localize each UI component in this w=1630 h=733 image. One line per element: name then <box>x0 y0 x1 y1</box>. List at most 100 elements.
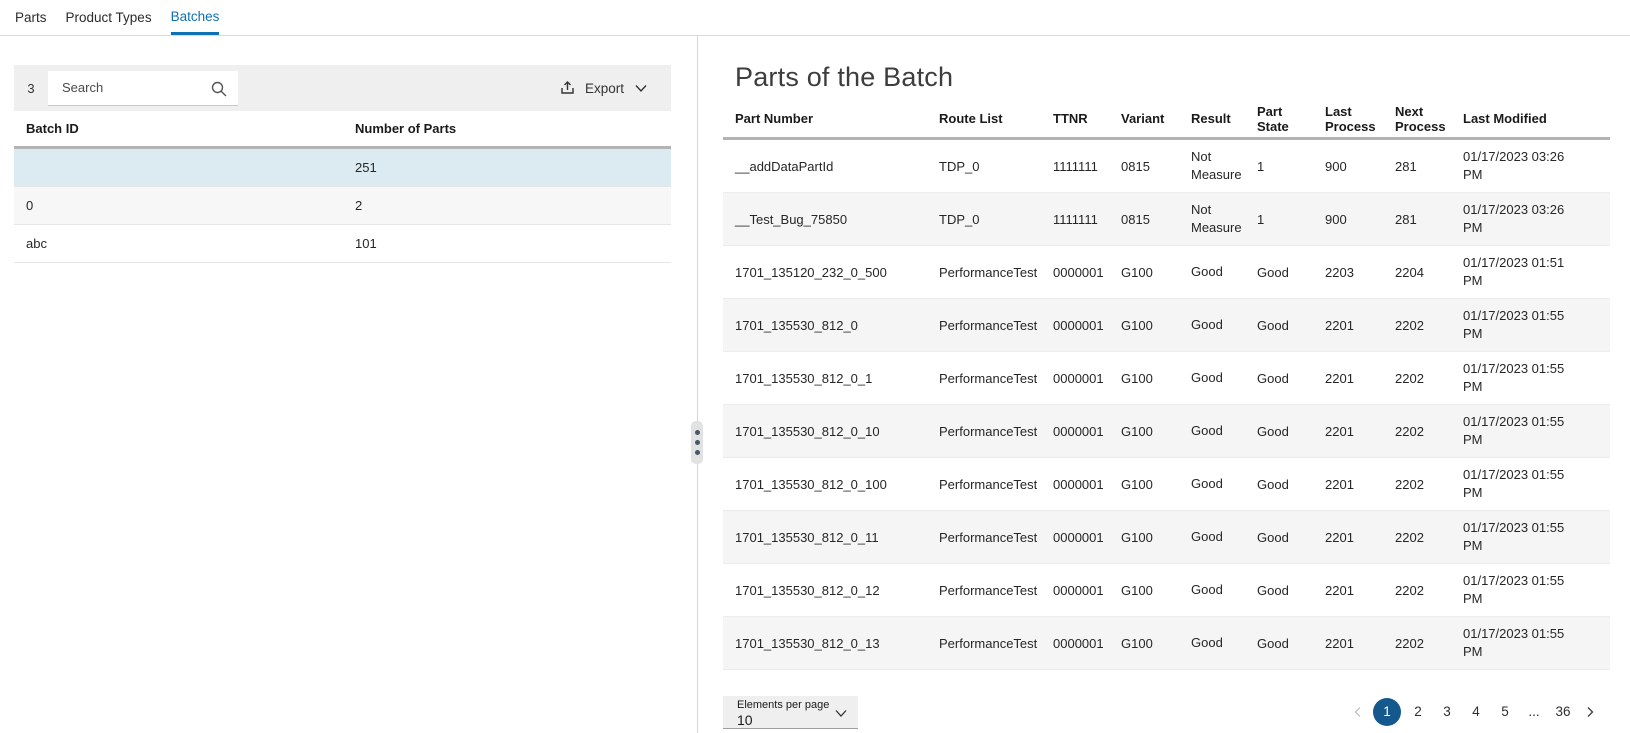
number-of-parts-cell: 101 <box>355 236 377 251</box>
cell-text: TDP_0 <box>939 211 980 227</box>
cell-text: 1701_135530_812_0_100 <box>735 476 887 492</box>
page-button-4[interactable]: 4 <box>1464 698 1488 726</box>
cell-part-state: Good <box>1245 371 1313 386</box>
page-button-3[interactable]: 3 <box>1435 698 1459 726</box>
cell-variant: G100 <box>1109 318 1179 333</box>
cell-text: 01/17/2023 01:55 PM <box>1463 573 1565 606</box>
parts-table-row[interactable]: __Test_Bug_75850 TDP_0 1111111 0815 Not Meas… <box>723 193 1610 246</box>
cell-text: 01/17/2023 01:55 PM <box>1463 520 1565 553</box>
cell-ttnr: 0000001 <box>1041 318 1109 333</box>
page-button-1[interactable]: 1 <box>1373 698 1401 726</box>
parts-table-row[interactable]: 1701_135530_812_0_10 PerformanceTest 00000… <box>723 405 1610 458</box>
tab-parts[interactable]: Parts <box>15 0 47 35</box>
batch-row[interactable]: 251 <box>14 149 671 187</box>
cell-result: Good <box>1179 263 1245 281</box>
cell-ttnr: 0000001 <box>1041 265 1109 280</box>
parts-table-row[interactable]: 1701_135530_812_0_100 PerformanceTest 0000… <box>723 458 1610 511</box>
parts-table-row[interactable]: 1701_135530_812_0_1 PerformanceTest 000000… <box>723 352 1610 405</box>
cell-text: G100 <box>1121 635 1153 651</box>
parts-table-row[interactable]: 1701_135530_812_0_13 PerformanceTest 00000… <box>723 617 1610 670</box>
cell-last-modified: 01/17/2023 01:55 PM <box>1451 413 1610 449</box>
cell-variant: G100 <box>1109 636 1179 651</box>
cell-text: Good <box>1191 264 1223 279</box>
batch-row[interactable]: abc 101 <box>14 225 671 263</box>
batch-table-body: 251 0 2 abc 101 <box>14 149 671 263</box>
cell-text: 0000001 <box>1053 635 1104 651</box>
cell-variant: G100 <box>1109 424 1179 439</box>
page-button-2[interactable]: 2 <box>1406 698 1430 726</box>
cell-part-state: Good <box>1245 636 1313 651</box>
cell-variant: G100 <box>1109 583 1179 598</box>
tab-product-types[interactable]: Product Types <box>66 0 152 35</box>
export-button[interactable]: Export <box>559 80 649 97</box>
cell-text: 01/17/2023 01:55 PM <box>1463 308 1565 341</box>
cell-text: Good <box>1191 423 1223 438</box>
parts-table-row[interactable]: 1701_135530_812_0_11 PerformanceTest 00000… <box>723 511 1610 564</box>
previous-page-button[interactable] <box>1348 698 1368 726</box>
cell-text: Not Measured <box>1191 149 1241 182</box>
cell-last-modified: 01/17/2023 03:26 PM <box>1451 148 1610 184</box>
cell-last-process: 2201 <box>1313 371 1383 386</box>
column-header-variant: Variant <box>1121 111 1165 126</box>
cell-text: 01/17/2023 01:55 PM <box>1463 361 1565 394</box>
cell-part-state: Good <box>1245 424 1313 439</box>
cell-text: G100 <box>1121 582 1153 598</box>
cell-text: 1701_135120_232_0_500 <box>735 264 887 280</box>
cell-text: 1111111 <box>1053 211 1098 227</box>
cell-text: PerformanceTest <box>939 582 1037 598</box>
cell-text: Good <box>1257 264 1289 280</box>
cell-variant: G100 <box>1109 265 1179 280</box>
cell-result: Good <box>1179 422 1245 440</box>
parts-table-row[interactable]: 1701_135530_812_0 PerformanceTest 0000001 G… <box>723 299 1610 352</box>
parts-table-row[interactable]: 1701_135530_812_0_12 PerformanceTest 00000… <box>723 564 1610 617</box>
cell-text: 2201 <box>1325 582 1354 598</box>
cell-ttnr: 0000001 <box>1041 530 1109 545</box>
cell-text: Good <box>1191 635 1223 650</box>
export-label: Export <box>584 80 624 96</box>
pagination-bar: Elements per page 10 1 2 3 4 5... 36 <box>723 696 1610 729</box>
cell-next-process: 2202 <box>1383 530 1451 545</box>
column-header-number-of-parts: Number of Parts <box>355 121 457 136</box>
parts-panel: Parts of the Batch Part Number Route List… <box>723 36 1610 729</box>
cell-text: G100 <box>1121 264 1153 280</box>
elements-per-page-select[interactable]: Elements per page 10 <box>723 696 858 729</box>
cell-text: 0815 <box>1121 158 1150 174</box>
cell-last-process: 2201 <box>1313 583 1383 598</box>
search-box[interactable] <box>48 70 238 106</box>
parts-table-row[interactable]: 1701_135120_232_0_500 PerformanceTest 0000… <box>723 246 1610 299</box>
page-button-5[interactable]: 5 <box>1493 698 1517 726</box>
cell-text: 2202 <box>1395 635 1424 651</box>
cell-part-state: 1 <box>1245 159 1313 174</box>
batch-row[interactable]: 02 <box>14 187 671 225</box>
page-button-36[interactable]: 36 <box>1551 698 1575 726</box>
search-icon[interactable] <box>210 80 228 98</box>
cell-part-number: __addDataPartId <box>723 159 927 174</box>
cell-text: G100 <box>1121 529 1153 545</box>
cell-text: 2202 <box>1395 476 1424 492</box>
next-page-button[interactable] <box>1580 698 1600 726</box>
cell-text: 2202 <box>1395 582 1424 598</box>
parts-table-body: __addDataPartId TDP_0 1111111 0815 Not Measu… <box>723 140 1610 670</box>
cell-text: PerformanceTest <box>939 317 1037 333</box>
cell-text: __Test_Bug_75850 <box>735 211 848 227</box>
cell-route-list: PerformanceTest <box>927 583 1041 598</box>
parts-table-row[interactable]: __addDataPartId TDP_0 1111111 0815 Not Measu… <box>723 140 1610 193</box>
cell-text: Good <box>1257 582 1289 598</box>
cell-text: 281 <box>1395 211 1417 227</box>
cell-part-number: 1701_135530_812_0_100 <box>723 477 927 492</box>
search-input[interactable] <box>48 80 206 95</box>
cell-next-process: 281 <box>1383 159 1451 174</box>
chevron-down-icon <box>633 80 649 96</box>
cell-text: 900 <box>1325 211 1347 227</box>
cell-text: G100 <box>1121 476 1153 492</box>
cell-last-process: 2201 <box>1313 636 1383 651</box>
cell-text: 900 <box>1325 158 1347 174</box>
cell-last-modified: 01/17/2023 01:55 PM <box>1451 360 1610 396</box>
cell-ttnr: 0000001 <box>1041 371 1109 386</box>
splitter-handle[interactable] <box>691 421 703 464</box>
cell-variant: 0815 <box>1109 212 1179 227</box>
cell-result: Good <box>1179 634 1245 652</box>
tab-batches[interactable]: Batches <box>170 0 220 35</box>
cell-text: G100 <box>1121 317 1153 333</box>
chevron-down-icon <box>833 705 849 721</box>
